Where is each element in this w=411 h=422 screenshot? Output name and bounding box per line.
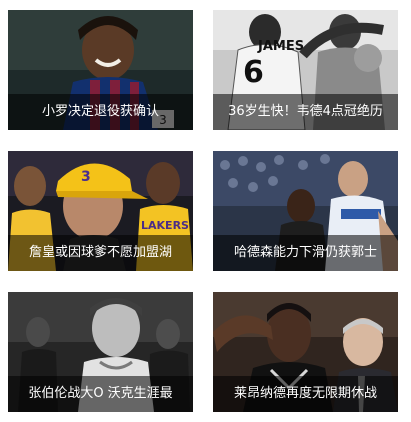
news-image-grid: 3 小罗决定退役获确认 JAMES 6 36岁生快！韦德4点冠绝历 <box>0 0 411 422</box>
news-caption: 小罗决定退役获确认 <box>8 94 193 130</box>
news-caption: 莱昂纳德再度无限期休战 <box>213 376 398 412</box>
news-caption: 张伯伦战大O 沃克生涯最 <box>8 376 193 412</box>
jersey-text: LAKERS <box>141 219 189 232</box>
news-card-2[interactable]: JAMES 6 36岁生快！韦德4点冠绝历 <box>213 10 398 130</box>
news-card-6[interactable]: 莱昂纳德再度无限期休战 <box>213 292 398 412</box>
news-caption: 哈德森能力下滑仍获郭士 <box>213 235 398 271</box>
news-card-1[interactable]: 3 小罗决定退役获确认 <box>8 10 193 130</box>
jersey-name: JAMES <box>257 39 304 54</box>
news-card-4[interactable]: 哈德森能力下滑仍获郭士 <box>213 151 398 271</box>
news-card-3[interactable]: 3 LAKERS 詹皇或因球爹不愿加盟湖 <box>8 151 193 271</box>
news-card-5[interactable]: 张伯伦战大O 沃克生涯最 <box>8 292 193 412</box>
news-caption: 36岁生快！韦德4点冠绝历 <box>213 94 398 130</box>
news-caption: 詹皇或因球爹不愿加盟湖 <box>8 235 193 271</box>
jersey-number: 6 <box>243 55 264 90</box>
cap-number: 3 <box>81 169 91 185</box>
